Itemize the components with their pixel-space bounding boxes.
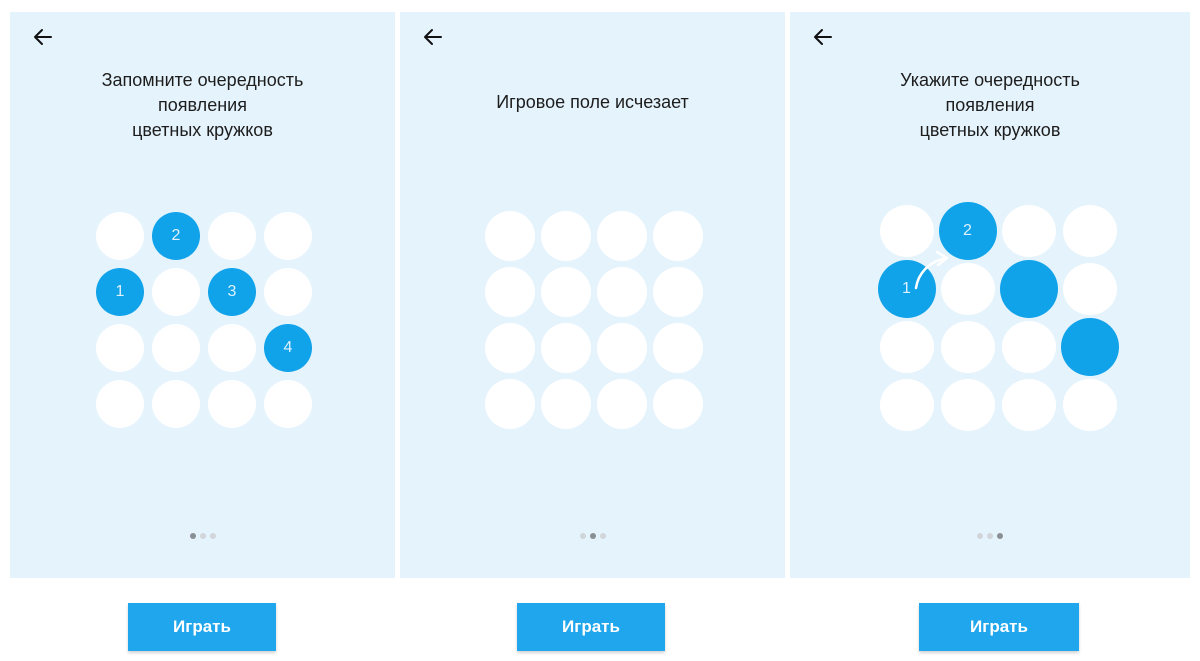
circle-numbered[interactable]: 1 — [96, 268, 144, 316]
arrow-left-icon[interactable] — [422, 26, 444, 48]
page-dot-active — [189, 533, 196, 539]
circle-empty[interactable] — [208, 212, 256, 260]
circle-empty[interactable] — [541, 379, 591, 429]
game-grid: 21 34 — [92, 208, 316, 432]
page-dot — [987, 533, 993, 539]
circle-empty[interactable] — [597, 211, 647, 261]
page-indicator — [790, 533, 1190, 539]
circle-empty[interactable] — [485, 323, 535, 373]
circle-empty[interactable] — [96, 380, 144, 428]
circle-empty[interactable] — [653, 267, 703, 317]
circle-empty[interactable] — [96, 324, 144, 372]
circle-filled[interactable] — [999, 260, 1058, 318]
circle-empty[interactable] — [208, 324, 256, 372]
page-dot — [599, 533, 606, 539]
circle-empty[interactable] — [1062, 205, 1117, 257]
circle-empty[interactable] — [597, 379, 647, 429]
game-grid — [482, 208, 706, 432]
play-button[interactable]: Играть — [128, 603, 276, 651]
circle-empty[interactable] — [1062, 379, 1117, 431]
instruction-title: Игровое поле исчезает — [496, 92, 689, 112]
circle-empty[interactable] — [485, 379, 535, 429]
circle-empty[interactable] — [940, 379, 995, 431]
circle-filled[interactable] — [1060, 318, 1119, 376]
circle-numbered[interactable]: 2 — [152, 212, 200, 260]
circle-empty[interactable] — [653, 379, 703, 429]
circle-empty[interactable] — [264, 380, 312, 428]
screen-panel-memorize: Запомните очередность появления цветных … — [10, 12, 395, 578]
circle-empty[interactable] — [1001, 379, 1056, 431]
circle-empty[interactable] — [879, 321, 934, 373]
circle-empty[interactable] — [208, 380, 256, 428]
page-dot — [209, 533, 216, 539]
circle-empty[interactable] — [653, 323, 703, 373]
play-button[interactable]: Играть — [919, 603, 1079, 651]
instruction-title: Запомните очередность появления цветных … — [101, 70, 304, 140]
page-dot-active — [589, 533, 596, 539]
circle-empty[interactable] — [485, 211, 535, 261]
game-grid: 21 — [876, 202, 1120, 434]
circle-empty[interactable] — [541, 323, 591, 373]
page-dot — [199, 533, 206, 539]
screen-panel-select-order: Укажите очередность появления цветных кр… — [790, 12, 1190, 578]
circle-empty[interactable] — [485, 267, 535, 317]
circle-empty[interactable] — [1001, 321, 1056, 373]
circle-empty[interactable] — [541, 211, 591, 261]
circle-empty[interactable] — [152, 268, 200, 316]
arrow-left-icon[interactable] — [812, 26, 834, 48]
page-indicator — [10, 533, 395, 539]
page-dot — [579, 533, 586, 539]
circle-numbered[interactable]: 3 — [208, 268, 256, 316]
circle-empty[interactable] — [152, 380, 200, 428]
circle-numbered[interactable]: 2 — [938, 202, 997, 260]
circle-empty[interactable] — [152, 324, 200, 372]
page-dot — [977, 533, 983, 539]
arrow-left-icon[interactable] — [32, 26, 54, 48]
circle-empty[interactable] — [597, 323, 647, 373]
circle-empty[interactable] — [597, 267, 647, 317]
circle-empty[interactable] — [653, 211, 703, 261]
play-button[interactable]: Играть — [517, 603, 665, 651]
page-indicator — [400, 533, 785, 539]
circle-empty[interactable] — [940, 321, 995, 373]
page-dot-active — [997, 533, 1003, 539]
circle-empty[interactable] — [96, 212, 144, 260]
circle-empty[interactable] — [940, 263, 995, 315]
circle-empty[interactable] — [264, 268, 312, 316]
circle-empty[interactable] — [879, 379, 934, 431]
circle-empty[interactable] — [879, 205, 934, 257]
circle-empty[interactable] — [541, 267, 591, 317]
circle-empty[interactable] — [264, 212, 312, 260]
circle-empty[interactable] — [1062, 263, 1117, 315]
circle-numbered[interactable]: 4 — [264, 324, 312, 372]
circle-empty[interactable] — [1001, 205, 1056, 257]
screen-panel-field-disappears: Игровое поле исчезает — [400, 12, 785, 578]
instruction-title: Укажите очередность появления цветных кр… — [900, 70, 1080, 140]
circle-numbered[interactable]: 1 — [877, 260, 936, 318]
